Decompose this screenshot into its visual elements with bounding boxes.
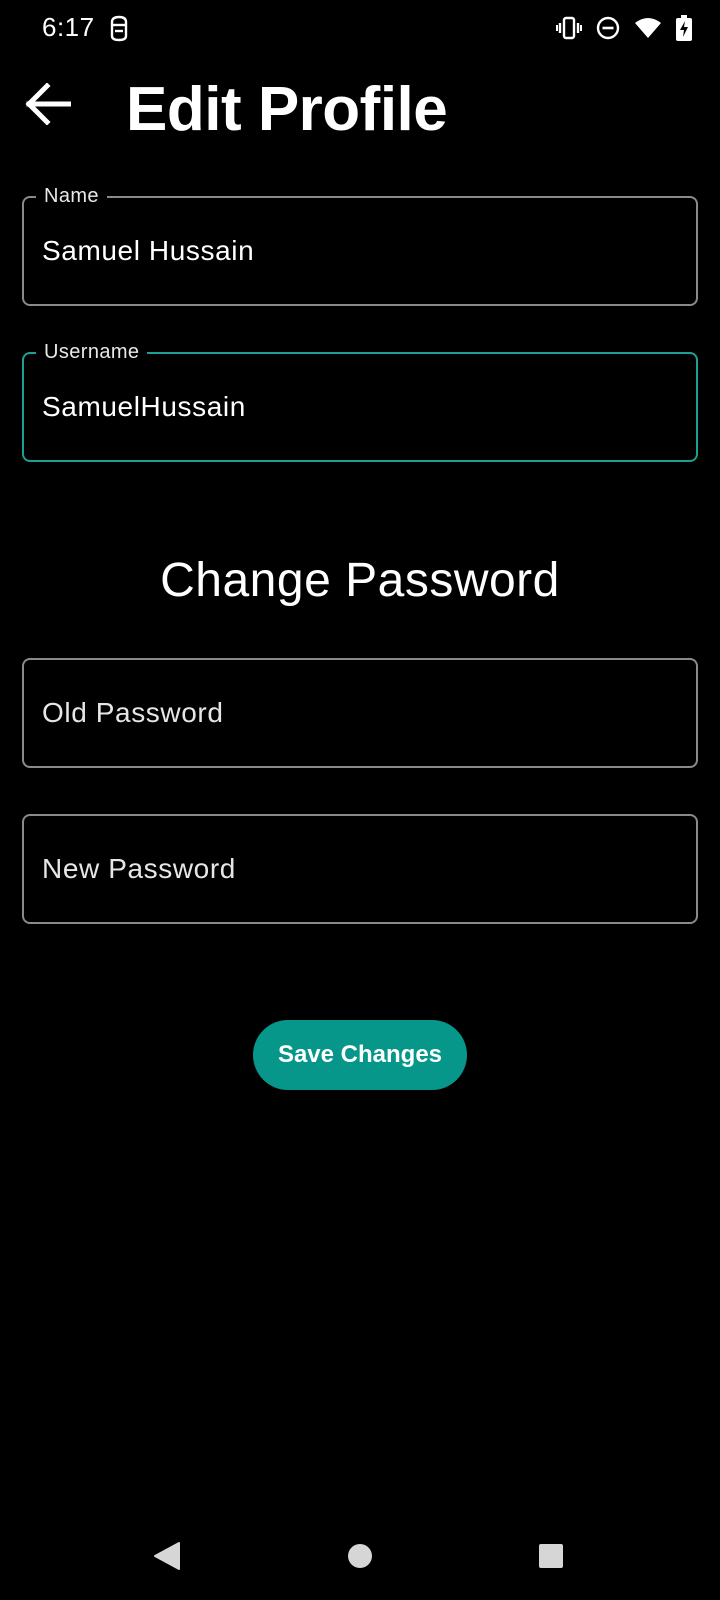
status-icons <box>556 12 692 44</box>
new-password-field[interactable] <box>22 814 698 924</box>
old-password-input[interactable] <box>42 660 678 766</box>
page-title: Edit Profile <box>126 75 448 144</box>
do-not-disturb-icon <box>596 16 620 40</box>
username-field[interactable]: Username <box>22 340 698 462</box>
change-password-heading: Change Password <box>160 554 560 607</box>
battery-charging-icon <box>676 15 692 41</box>
new-password-input[interactable] <box>42 816 678 922</box>
nav-home-button[interactable] <box>330 1528 390 1588</box>
arrow-back-icon <box>25 81 72 130</box>
save-changes-button[interactable]: Save Changes <box>253 1020 467 1090</box>
username-input[interactable] <box>42 354 678 460</box>
status-time: 6:17 <box>42 12 95 42</box>
back-triangle-icon <box>153 1541 181 1576</box>
back-button[interactable] <box>20 78 76 134</box>
wifi-icon <box>634 17 662 39</box>
notification-app-icon <box>108 14 130 42</box>
nav-recents-button[interactable] <box>521 1528 581 1588</box>
recents-square-icon <box>538 1543 564 1574</box>
old-password-field[interactable] <box>22 658 698 768</box>
vibrate-icon <box>556 16 582 40</box>
system-nav-bar <box>0 1510 720 1600</box>
nav-back-button[interactable] <box>137 1528 197 1588</box>
name-field[interactable]: Name <box>22 184 698 306</box>
app-bar: Edit Profile <box>0 60 720 150</box>
home-circle-icon <box>347 1543 373 1574</box>
name-input[interactable] <box>42 198 678 304</box>
status-bar: 6:17 <box>0 0 720 56</box>
